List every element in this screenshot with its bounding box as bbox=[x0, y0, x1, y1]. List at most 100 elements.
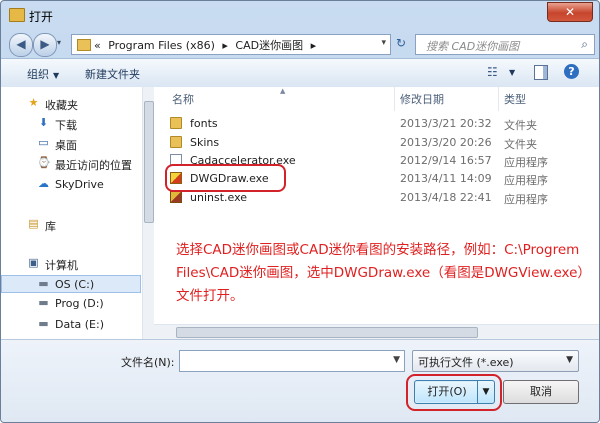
sidebar-item-recent[interactable]: ⌚ 最近访问的位置 bbox=[1, 155, 141, 173]
new-folder-button[interactable]: 新建文件夹 bbox=[85, 66, 140, 82]
uninstall-icon bbox=[170, 191, 182, 203]
file-type: 应用程序 bbox=[504, 193, 548, 206]
file-row-fonts[interactable]: fonts 2013/3/21 20:32 文件夹 bbox=[166, 115, 586, 133]
open-file-dialog: 打开 ✕ ◀ ▶ ▾ « Program Files (x86) ▸ CAD迷你… bbox=[0, 0, 600, 423]
sidebar-item-label: 最近访问的位置 bbox=[55, 159, 132, 172]
file-type-value: 可执行文件 (*.exe) bbox=[418, 356, 514, 369]
file-type: 文件夹 bbox=[504, 138, 537, 151]
breadcrumb-program-files[interactable]: Program Files (x86) bbox=[108, 39, 215, 52]
drive-icon: ▬ bbox=[38, 277, 49, 290]
file-row-skins[interactable]: Skins 2013/3/20 20:26 文件夹 bbox=[166, 134, 586, 152]
chevron-down-icon: ▼ bbox=[566, 355, 573, 365]
search-input[interactable]: 搜索 CAD迷你画图 ⌕ bbox=[415, 34, 595, 55]
folder-icon bbox=[170, 117, 182, 129]
highlight-ring-dwgdraw bbox=[165, 164, 286, 192]
sidebar-item-computer[interactable]: ▣ 计算机 bbox=[1, 255, 141, 273]
address-dropdown[interactable]: ▾ bbox=[381, 38, 386, 48]
recent-icon: ⌚ bbox=[37, 156, 51, 169]
cancel-button[interactable]: 取消 bbox=[503, 380, 579, 404]
organize-button[interactable]: 组织 ▼ bbox=[27, 66, 59, 82]
file-type: 应用程序 bbox=[504, 156, 548, 169]
drive-icon: ▬ bbox=[38, 317, 49, 330]
sidebar-item-label: 收藏夹 bbox=[45, 99, 78, 112]
sidebar-item-label: 下载 bbox=[55, 119, 77, 132]
sidebar-item-label: 库 bbox=[45, 220, 56, 233]
sidebar-item-label: Data (E:) bbox=[55, 318, 105, 331]
file-date: 2012/9/14 16:57 bbox=[400, 154, 492, 167]
search-icon[interactable]: ⌕ bbox=[581, 37, 588, 52]
sidebar-scrollbar[interactable] bbox=[142, 87, 154, 339]
chevron-down-icon: ▼ bbox=[53, 71, 60, 80]
view-options-icon[interactable]: ☷ bbox=[487, 65, 501, 79]
folder-icon bbox=[170, 136, 182, 148]
command-bar: 组织 ▼ 新建文件夹 ☷ ▼ ? bbox=[1, 58, 599, 88]
library-icon: ▤ bbox=[28, 217, 39, 230]
window-title: 打开 bbox=[29, 10, 54, 24]
breadcrumb-separator[interactable]: ▸ bbox=[311, 39, 317, 52]
scrollbar-thumb[interactable] bbox=[144, 101, 154, 223]
folder-icon bbox=[77, 39, 91, 51]
highlight-ring-open bbox=[406, 374, 502, 411]
sidebar-item-drive-e[interactable]: ▬ Data (E:) bbox=[1, 316, 141, 334]
recent-pages-dropdown[interactable]: ▾ bbox=[57, 38, 61, 47]
drive-icon: ▬ bbox=[38, 296, 49, 309]
folder-icon bbox=[9, 8, 25, 22]
close-button[interactable]: ✕ bbox=[547, 2, 593, 22]
breadcrumb-separator[interactable]: ▸ bbox=[222, 39, 228, 52]
sidebar-item-label: 计算机 bbox=[45, 259, 78, 272]
navigation-pane: ★ 收藏夹 ⬇ 下载 ▭ 桌面 ⌚ 最近访问的位置 ☁ SkyDrive ▤ 库… bbox=[1, 87, 154, 339]
preview-pane-icon[interactable] bbox=[534, 65, 548, 80]
download-icon: ⬇ bbox=[38, 116, 49, 129]
desktop-icon: ▭ bbox=[38, 136, 49, 149]
star-icon: ★ bbox=[28, 96, 39, 109]
file-type: 应用程序 bbox=[504, 174, 548, 187]
search-placeholder: 搜索 CAD迷你画图 bbox=[426, 40, 520, 53]
help-icon[interactable]: ? bbox=[564, 64, 579, 79]
sidebar-item-label: OS (C:) bbox=[55, 278, 95, 291]
breadcrumb: « Program Files (x86) ▸ CAD迷你画图 ▸ bbox=[94, 37, 320, 53]
filename-input[interactable]: ▼ bbox=[179, 350, 405, 372]
file-date: 2013/4/18 22:41 bbox=[400, 191, 492, 204]
column-divider[interactable] bbox=[498, 87, 499, 111]
sidebar-item-favorites[interactable]: ★ 收藏夹 bbox=[1, 95, 141, 113]
refresh-icon[interactable]: ↻ bbox=[392, 34, 410, 53]
view-dropdown[interactable]: ▼ bbox=[509, 68, 515, 77]
scrollbar-thumb[interactable] bbox=[176, 327, 478, 338]
organize-label: 组织 bbox=[27, 68, 49, 81]
breadcrumb-cad[interactable]: CAD迷你画图 bbox=[235, 39, 303, 52]
column-header-name[interactable]: 名称 bbox=[172, 91, 194, 107]
column-divider[interactable] bbox=[394, 87, 395, 111]
column-header-type[interactable]: 类型 bbox=[504, 91, 526, 107]
instruction-annotation: 选择CAD迷你画图或CAD迷你看图的安装路径，例如：C:\Progrem Fil… bbox=[176, 242, 585, 304]
filename-label: 文件名(N): bbox=[121, 356, 175, 369]
address-bar[interactable]: « Program Files (x86) ▸ CAD迷你画图 ▸ ▾ bbox=[71, 34, 391, 55]
dialog-footer: 文件名(N): ▼ 可执行文件 (*.exe) ▼ 打开(O) ▼ 取消 bbox=[1, 339, 599, 422]
sidebar-item-label: SkyDrive bbox=[55, 178, 104, 191]
file-type-select[interactable]: 可执行文件 (*.exe) ▼ bbox=[412, 350, 579, 372]
file-type: 文件夹 bbox=[504, 119, 537, 132]
file-date: 2013/3/21 20:32 bbox=[400, 117, 492, 130]
title-bar: 打开 ✕ bbox=[1, 1, 599, 29]
chevron-down-icon[interactable]: ▼ bbox=[393, 355, 400, 365]
file-name: uninst.exe bbox=[190, 191, 248, 204]
file-date: 2013/4/11 14:09 bbox=[400, 172, 492, 185]
sidebar-item-desktop[interactable]: ▭ 桌面 bbox=[1, 135, 141, 153]
sidebar-item-downloads[interactable]: ⬇ 下载 bbox=[1, 115, 141, 133]
column-header-date[interactable]: 修改日期 bbox=[400, 91, 444, 107]
sidebar-item-skydrive[interactable]: ☁ SkyDrive bbox=[1, 176, 141, 194]
breadcrumb-overflow[interactable]: « bbox=[94, 39, 101, 52]
sidebar-item-drive-c[interactable]: ▬ OS (C:) bbox=[1, 275, 141, 293]
file-name: Skins bbox=[190, 136, 220, 149]
computer-icon: ▣ bbox=[28, 256, 39, 269]
file-list: ▲ 名称 修改日期 类型 fonts 2013/3/21 20:32 文件夹 S… bbox=[154, 87, 599, 339]
forward-button[interactable]: ▶ bbox=[33, 33, 57, 57]
sidebar-item-label: 桌面 bbox=[55, 139, 77, 152]
sidebar-item-drive-d[interactable]: ▬ Prog (D:) bbox=[1, 295, 141, 313]
horizontal-scrollbar[interactable] bbox=[154, 324, 599, 339]
back-button[interactable]: ◀ bbox=[9, 33, 33, 57]
sidebar-item-libraries[interactable]: ▤ 库 bbox=[1, 216, 141, 234]
sidebar-item-label: Prog (D:) bbox=[55, 297, 104, 310]
file-date: 2013/3/20 20:26 bbox=[400, 136, 492, 149]
cloud-icon: ☁ bbox=[38, 177, 49, 190]
file-name: fonts bbox=[190, 117, 218, 130]
